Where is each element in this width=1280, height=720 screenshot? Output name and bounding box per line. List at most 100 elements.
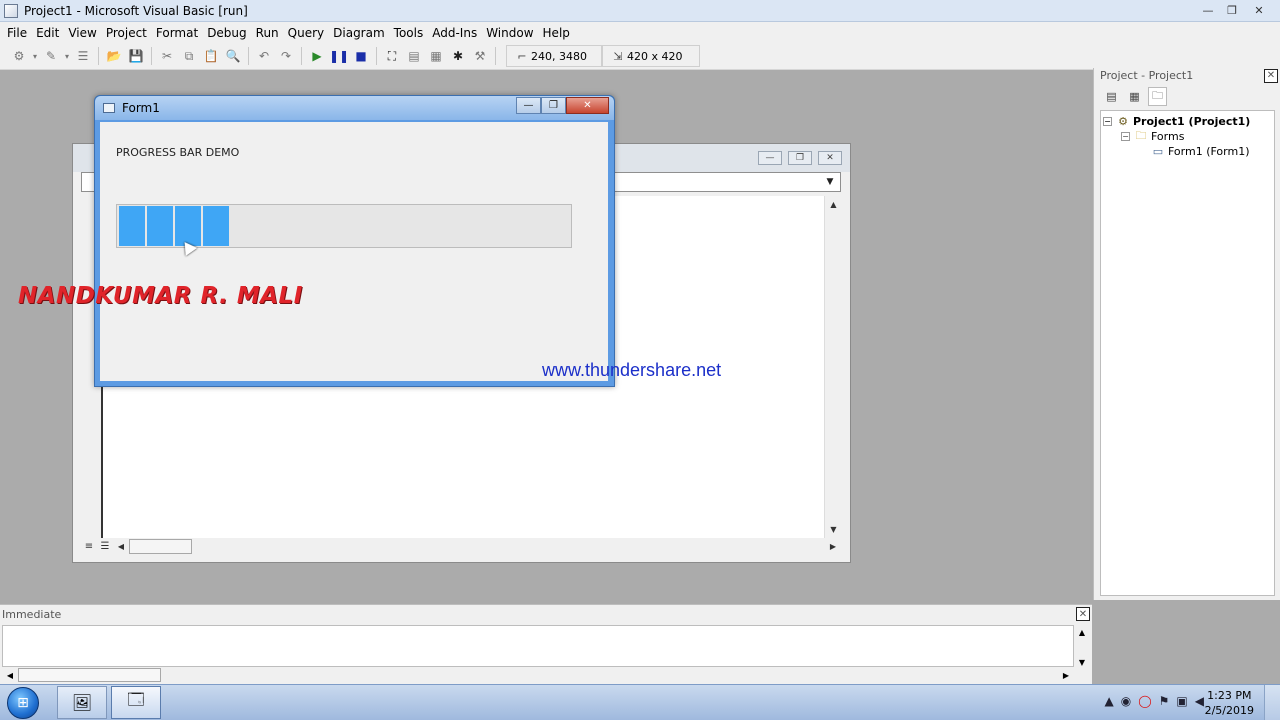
horizontal-scroll-thumb[interactable] (129, 539, 192, 554)
show-hidden-icons-icon[interactable]: ▲ (1105, 694, 1114, 708)
network-icon[interactable]: ◉ (1121, 694, 1131, 708)
menu-format[interactable]: Format (153, 26, 201, 40)
start-button[interactable]: ⊞ (7, 687, 39, 719)
paste-icon[interactable]: 📋 (200, 45, 222, 67)
clock-date: 2/5/2019 (1204, 704, 1254, 717)
menu-tools[interactable]: Tools (391, 26, 427, 40)
tree-item-project[interactable]: − ⚙ Project1 (Project1) (1101, 114, 1274, 129)
scroll-down-icon[interactable]: ▼ (1074, 655, 1090, 669)
position-value: 240, 3480 (531, 49, 587, 63)
menu-bar: File Edit View Project Format Debug Run … (0, 22, 1280, 43)
website-watermark: www.thundershare.net (542, 360, 722, 380)
minimize-button[interactable]: — (1196, 2, 1220, 18)
window-controls: — ❐ ✕ (1196, 2, 1274, 18)
object-browser-icon[interactable]: ✱ (447, 45, 469, 67)
start-icon[interactable]: ▶ (306, 45, 328, 67)
taskbar-clock[interactable]: 1:23 PM 2/5/2019 (1205, 688, 1254, 718)
immediate-horizontal-scrollbar[interactable]: ◀ ▶ (2, 667, 1074, 683)
form1-controls: — ❐ ✕ (516, 97, 609, 114)
menu-run[interactable]: Run (253, 26, 282, 40)
code-horizontal-scrollbar[interactable]: ≡ ☰ ◀ ▶ (81, 538, 841, 555)
restore-button[interactable]: ❐ (1220, 2, 1244, 18)
close-button[interactable]: ✕ (1244, 2, 1274, 18)
scroll-left-icon[interactable]: ◀ (2, 667, 18, 683)
tree-item-label: Project1 (Project1) (1133, 115, 1251, 128)
scroll-right-icon[interactable]: ▶ (825, 538, 841, 555)
progress-chunk (203, 206, 229, 246)
immediate-vertical-scrollbar[interactable]: ▲ ▼ (1074, 625, 1090, 669)
scroll-up-icon[interactable]: ▲ (825, 196, 842, 213)
immediate-window: Immediate ✕ ▲ ▼ ◀ ▶ (0, 604, 1092, 684)
code-window-minimize-button[interactable]: — (758, 151, 782, 165)
taskbar-app-paint-icon[interactable]: 🖼 (57, 686, 107, 719)
menu-help[interactable]: Help (540, 26, 573, 40)
menu-editor-icon[interactable]: ☰ (72, 45, 94, 67)
menu-diagram[interactable]: Diagram (330, 26, 388, 40)
cut-icon[interactable]: ✂ (156, 45, 178, 67)
toolbox-icon[interactable]: ⚒ (469, 45, 491, 67)
view-object-icon[interactable]: ▦ (1125, 87, 1144, 106)
show-desktop-button[interactable] (1264, 685, 1280, 720)
window-title: Project1 - Microsoft Visual Basic [run] (24, 3, 248, 18)
collapse-icon[interactable]: − (1121, 132, 1130, 141)
scroll-left-icon[interactable]: ◀ (113, 538, 129, 555)
form1-close-button[interactable]: ✕ (566, 97, 609, 114)
undo-icon[interactable]: ↶ (253, 45, 275, 67)
immediate-close-button[interactable]: ✕ (1076, 607, 1090, 621)
properties-window-icon[interactable]: ▤ (403, 45, 425, 67)
toggle-folders-icon[interactable]: 🗀 (1148, 86, 1167, 106)
project-explorer-panel: Project - Project1 ✕ ▤ ▦ 🗀 − ⚙ Project1 … (1093, 68, 1280, 600)
dropdown-arrow-icon[interactable]: ▾ (30, 45, 40, 67)
break-icon[interactable]: ❚❚ (328, 45, 350, 67)
scroll-down-icon[interactable]: ▼ (825, 521, 842, 538)
save-project-icon[interactable]: 💾 (125, 45, 147, 67)
form1-minimize-button[interactable]: — (516, 97, 541, 114)
chevron-down-icon[interactable]: ▼ (822, 174, 838, 190)
code-window-restore-button[interactable]: ❐ (788, 151, 812, 165)
code-window-close-button[interactable]: ✕ (818, 151, 842, 165)
menu-project[interactable]: Project (103, 26, 150, 40)
recorder-icon[interactable]: ◯ (1138, 694, 1151, 708)
form1-restore-button[interactable]: ❐ (541, 97, 566, 114)
menu-debug[interactable]: Debug (204, 26, 249, 40)
add-project-icon[interactable]: ⚙ (8, 45, 30, 67)
menu-add-ins[interactable]: Add-Ins (429, 26, 480, 40)
redo-icon[interactable]: ↷ (275, 45, 297, 67)
copy-icon[interactable]: ⧉ (178, 45, 200, 67)
action-center-icon[interactable]: ⚑ (1159, 694, 1170, 708)
horizontal-scroll-thumb[interactable] (18, 668, 161, 682)
end-icon[interactable]: ■ (350, 45, 372, 67)
taskbar-app-vb-icon[interactable]: 🗔 (111, 686, 161, 719)
project-explorer-icon[interactable]: ⛶ (381, 45, 403, 67)
project-icon: ⚙ (1118, 115, 1128, 128)
code-vertical-scrollbar[interactable]: ▲ ▼ (824, 196, 841, 538)
toolbar-separator (151, 47, 152, 65)
menu-view[interactable]: View (65, 26, 99, 40)
menu-edit[interactable]: Edit (33, 26, 62, 40)
tree-item-form1[interactable]: ▭ Form1 (Form1) (1101, 144, 1274, 159)
project-explorer-toolbar: ▤ ▦ 🗀 (1094, 83, 1280, 109)
scroll-right-icon[interactable]: ▶ (1058, 667, 1074, 683)
find-icon[interactable]: 🔍 (222, 45, 244, 67)
full-module-view-icon[interactable]: ☰ (97, 538, 113, 555)
view-code-icon[interactable]: ▤ (1102, 87, 1121, 106)
immediate-input[interactable] (2, 625, 1074, 667)
menu-query[interactable]: Query (285, 26, 327, 40)
volume-icon[interactable]: ◀ (1195, 694, 1204, 708)
add-form-icon[interactable]: ✎ (40, 45, 62, 67)
collapse-icon[interactable]: − (1103, 117, 1112, 126)
menu-file[interactable]: File (4, 26, 30, 40)
form1-window: Form1 — ❐ ✕ PROGRESS BAR DEMO (94, 95, 615, 387)
open-project-icon[interactable]: 📂 (103, 45, 125, 67)
display-icon[interactable]: ▣ (1176, 694, 1187, 708)
scroll-up-icon[interactable]: ▲ (1074, 625, 1090, 639)
menu-window[interactable]: Window (483, 26, 536, 40)
tree-item-forms[interactable]: − 🗀 Forms (1101, 129, 1274, 144)
tree-item-label: Form1 (Form1) (1168, 145, 1250, 158)
dropdown-arrow-icon[interactable]: ▾ (62, 45, 72, 67)
project-explorer-close-button[interactable]: ✕ (1264, 68, 1278, 83)
procedure-view-icon[interactable]: ≡ (81, 538, 97, 555)
progress-chunk (119, 206, 145, 246)
form-layout-icon[interactable]: ▦ (425, 45, 447, 67)
form-icon: ▭ (1152, 145, 1164, 158)
